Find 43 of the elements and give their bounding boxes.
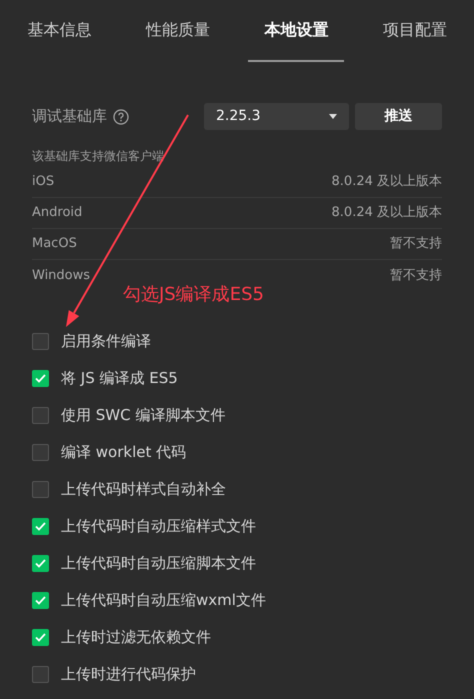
push-button[interactable]: 推送 — [355, 103, 442, 130]
option-label: 启用条件编译 — [61, 331, 151, 352]
checkbox[interactable] — [32, 666, 49, 683]
checkbox[interactable] — [32, 629, 49, 646]
annotation-text: 勾选JS编译成ES5 — [123, 283, 264, 307]
checkbox[interactable] — [32, 407, 49, 424]
platform-name: Windows — [32, 266, 90, 285]
checkbox[interactable] — [32, 481, 49, 498]
tab[interactable]: 本地设置 — [248, 0, 344, 62]
option-label: 编译 worklet 代码 — [61, 442, 186, 464]
tab[interactable]: 基本信息 — [11, 0, 108, 62]
checkbox[interactable] — [32, 592, 49, 609]
platform-version: 暂不支持 — [390, 266, 442, 285]
platform-version: 8.0.24 及以上版本 — [332, 173, 442, 192]
platform-name: MacOS — [32, 235, 77, 254]
option-label: 上传代码时自动压缩wxml文件 — [61, 590, 266, 612]
platform-version: 暂不支持 — [390, 235, 442, 254]
checkbox[interactable] — [32, 444, 49, 461]
platform-name: iOS — [32, 173, 54, 192]
check-icon — [35, 374, 46, 383]
checkbox[interactable] — [32, 370, 49, 387]
check-icon — [35, 559, 46, 568]
tab[interactable]: 项目配置 — [366, 0, 463, 62]
platform-name: Android — [32, 204, 82, 222]
tab[interactable]: 性能质量 — [130, 0, 226, 62]
checkbox[interactable] — [32, 518, 49, 535]
check-icon — [35, 633, 46, 642]
library-label: 调试基础库 — [32, 106, 107, 128]
option-label: 上传时进行代码保护 — [61, 664, 196, 686]
option-label: 使用 SWC 编译脚本文件 — [61, 405, 226, 426]
help-icon[interactable] — [113, 108, 129, 124]
check-icon — [35, 522, 46, 531]
checkbox[interactable] — [32, 555, 49, 572]
option-label: 将 JS 编译成 ES5 — [61, 368, 178, 390]
option-label: 上传时过滤无依赖文件 — [61, 627, 211, 648]
option-label: 上传代码时样式自动补全 — [61, 479, 226, 500]
option-label: 上传代码时自动压缩样式文件 — [61, 516, 256, 538]
option-label: 上传代码时自动压缩脚本文件 — [61, 553, 256, 574]
caret-icon — [329, 114, 337, 119]
version-dropdown[interactable]: 2.25.3 — [204, 103, 349, 130]
checkbox[interactable] — [32, 333, 49, 350]
check-icon — [35, 596, 46, 605]
platform-version: 8.0.24 及以上版本 — [332, 204, 442, 222]
